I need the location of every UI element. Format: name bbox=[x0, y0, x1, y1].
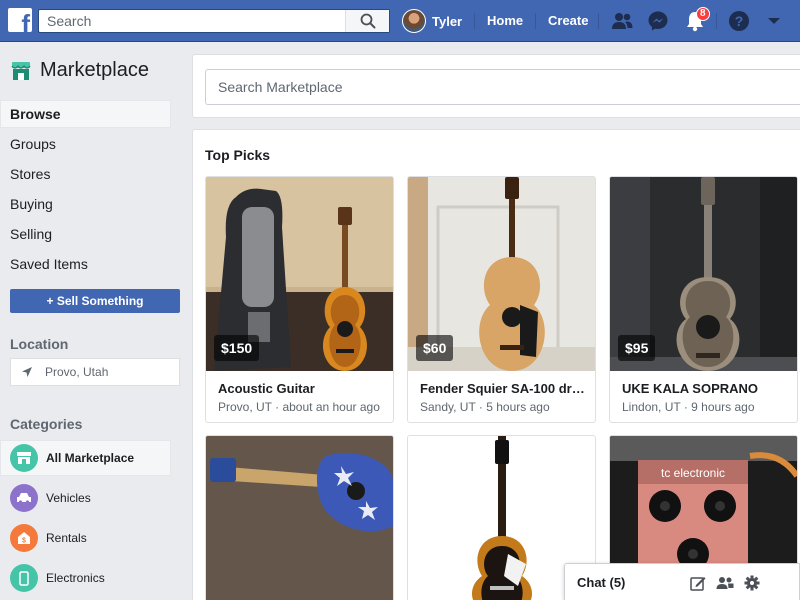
chat-label: Chat (5) bbox=[577, 574, 626, 590]
category-vehicles[interactable]: Vehicles bbox=[0, 480, 171, 516]
page-title: Marketplace bbox=[40, 59, 149, 81]
create-link[interactable]: Create bbox=[548, 13, 588, 28]
listing-card[interactable]: $60 Fender Squier SA-100 dreadnought San… bbox=[407, 176, 596, 423]
home-link[interactable]: Home bbox=[487, 13, 523, 28]
listing-card[interactable] bbox=[205, 435, 394, 600]
listing-title: Fender Squier SA-100 dreadnought bbox=[420, 381, 588, 396]
left-sidebar: Marketplace Browse Groups Stores Buying … bbox=[0, 43, 192, 600]
marketplace-search bbox=[205, 69, 800, 105]
category-electronics[interactable]: Electronics bbox=[0, 560, 171, 596]
location-field[interactable]: Provo, Utah bbox=[10, 358, 180, 386]
help-icon[interactable]: ? bbox=[727, 9, 751, 33]
friend-requests-icon[interactable] bbox=[610, 9, 634, 33]
categories-heading: Categories bbox=[10, 416, 83, 432]
listing-location-time: Sandy, UT · 5 hours ago bbox=[420, 400, 550, 414]
listing-title: UKE KALA SOPRANO bbox=[622, 381, 759, 396]
section-title: Top Picks bbox=[205, 147, 271, 163]
profile-name: Tyler bbox=[432, 13, 463, 29]
divider bbox=[535, 13, 536, 29]
sell-something-button[interactable]: + Sell Something bbox=[10, 289, 180, 313]
chat-bar[interactable]: Chat (5) bbox=[564, 563, 800, 600]
top-navigation-bar: f Tyler Home Create bbox=[0, 0, 800, 42]
global-search bbox=[38, 9, 390, 33]
svg-text:$: $ bbox=[22, 538, 26, 545]
listing-photo bbox=[206, 436, 393, 600]
search-button[interactable] bbox=[345, 10, 389, 32]
category-label: Electronics bbox=[46, 571, 105, 585]
new-message-icon[interactable] bbox=[689, 574, 707, 592]
listing-price: $95 bbox=[618, 335, 656, 361]
listing-card[interactable]: $150 Acoustic Guitar Provo, UT · about a… bbox=[205, 176, 394, 423]
location-value: Provo, Utah bbox=[45, 365, 109, 379]
gear-icon[interactable] bbox=[743, 574, 761, 592]
avatar bbox=[402, 9, 426, 33]
svg-text:tc electronic: tc electronic bbox=[661, 466, 725, 480]
marketplace-search-input[interactable] bbox=[218, 79, 800, 95]
divider bbox=[474, 13, 475, 29]
house-icon: $ bbox=[10, 524, 38, 552]
account-menu-chevron-down-icon[interactable] bbox=[762, 9, 786, 33]
create-group-icon[interactable] bbox=[716, 574, 734, 592]
sidebar-item-selling[interactable]: Selling bbox=[0, 220, 171, 248]
location-heading: Location bbox=[10, 336, 69, 352]
listing-price: $60 bbox=[416, 335, 454, 361]
notification-count-badge: 8 bbox=[696, 7, 710, 21]
divider bbox=[716, 13, 717, 29]
listing-location-time: Provo, UT · about an hour ago bbox=[218, 400, 380, 414]
svg-text:?: ? bbox=[735, 13, 744, 29]
listing-price: $150 bbox=[214, 335, 260, 361]
sidebar-item-saved-items[interactable]: Saved Items bbox=[0, 250, 171, 278]
divider bbox=[598, 13, 599, 29]
sidebar-item-stores[interactable]: Stores bbox=[0, 160, 171, 188]
car-icon bbox=[10, 484, 38, 512]
category-label: All Marketplace bbox=[46, 451, 135, 465]
category-all-marketplace[interactable]: All Marketplace bbox=[0, 440, 171, 476]
global-search-input[interactable] bbox=[39, 10, 345, 32]
listing-card[interactable]: $95 UKE KALA SOPRANO Lindon, UT · 9 hour… bbox=[609, 176, 798, 423]
category-label: Vehicles bbox=[46, 491, 91, 505]
messenger-icon[interactable] bbox=[646, 9, 670, 33]
sidebar-item-buying[interactable]: Buying bbox=[0, 190, 171, 218]
marketplace-storefront-icon bbox=[11, 61, 31, 80]
listing-location-time: Lindon, UT · 9 hours ago bbox=[622, 400, 755, 414]
phone-icon bbox=[10, 564, 38, 592]
location-arrow-icon bbox=[22, 367, 32, 377]
category-label: Rentals bbox=[46, 531, 87, 545]
search-icon bbox=[360, 13, 375, 29]
profile-link[interactable]: Tyler bbox=[402, 9, 462, 33]
top-picks-panel: Top Picks $150 Acoustic Guitar Provo, UT… bbox=[192, 129, 800, 600]
facebook-logo-icon[interactable]: f bbox=[8, 8, 32, 32]
marketplace-search-panel bbox=[192, 54, 800, 118]
marketplace-header[interactable]: Marketplace bbox=[10, 59, 149, 82]
listing-title: Acoustic Guitar bbox=[218, 381, 315, 396]
category-rentals[interactable]: $ Rentals bbox=[0, 520, 171, 556]
storefront-icon bbox=[10, 444, 38, 472]
sidebar-item-browse[interactable]: Browse bbox=[0, 100, 171, 128]
sidebar-item-groups[interactable]: Groups bbox=[0, 130, 171, 158]
